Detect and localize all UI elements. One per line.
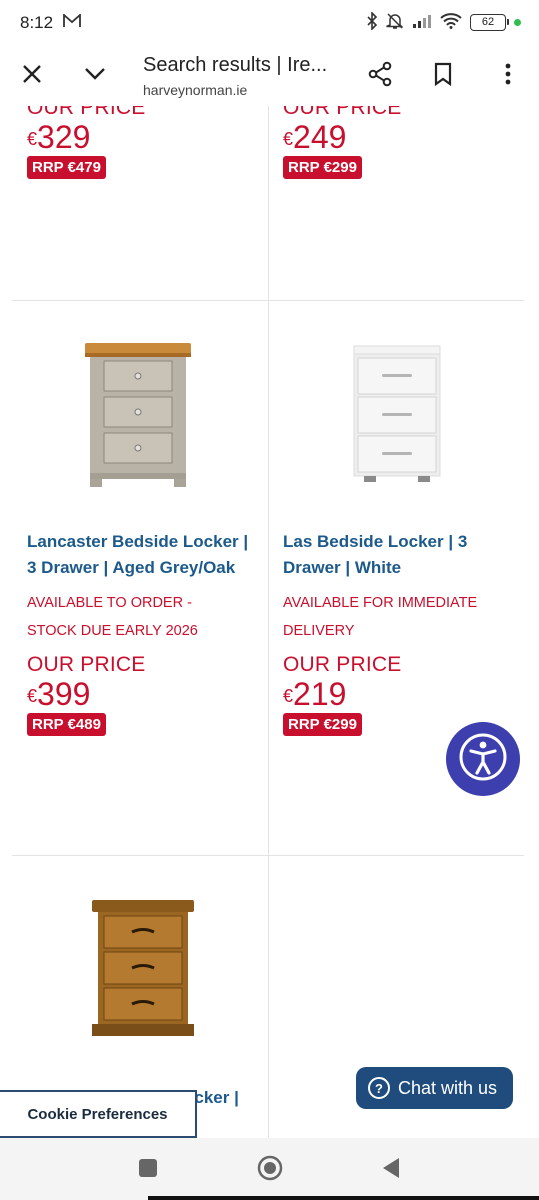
status-bar: 8:12 62 — [0, 0, 539, 46]
rrp-badge: RRP €489 — [27, 713, 106, 736]
wifi-icon — [440, 13, 462, 32]
bookmark-icon — [433, 62, 453, 91]
our-price-label: OUR PRICE — [27, 106, 146, 119]
bookmark-button[interactable] — [421, 54, 465, 98]
accessibility-button[interactable] — [446, 722, 520, 796]
product-name[interactable]: Lancaster Bedside Locker | 3 Drawer | Ag… — [27, 529, 263, 581]
our-price-label: OUR PRICE — [27, 653, 146, 676]
share-icon — [367, 61, 393, 92]
rrp-badge: RRP €479 — [27, 156, 106, 179]
accessibility-icon — [457, 731, 509, 788]
grid-divider — [268, 106, 269, 1138]
page-url[interactable]: harveynorman.ie — [143, 82, 247, 98]
status-time: 8:12 — [20, 13, 54, 32]
close-button[interactable] — [10, 54, 54, 98]
system-nav-bar — [0, 1138, 539, 1200]
page-title[interactable]: Search results | Ire... — [143, 54, 327, 77]
price: €249 — [283, 119, 347, 155]
gmail-icon — [63, 13, 81, 33]
close-icon — [22, 64, 42, 89]
rrp-badge: RRP €299 — [283, 156, 362, 179]
bluetooth-icon — [366, 11, 378, 33]
status-icons: 62 — [366, 11, 521, 33]
product-image[interactable] — [350, 344, 444, 493]
home-button[interactable] — [256, 1154, 284, 1187]
recents-button[interactable] — [134, 1156, 162, 1184]
product-name[interactable]: Las Bedside Locker | 3 Drawer | White — [283, 529, 519, 581]
product-card[interactable]: Las Bedside Locker | 3 Drawer | White AV… — [283, 529, 519, 736]
product-grid: OUR PRICE €329 RRP €479 OUR PRICE €249 R… — [0, 106, 539, 1138]
privacy-dot — [514, 19, 521, 26]
row-divider — [12, 855, 524, 856]
chat-button[interactable]: ? Chat with us — [356, 1067, 513, 1109]
availability-status: AVAILABLE FOR IMMEDIATE DELIVERY — [283, 595, 478, 639]
availability-status: AVAILABLE TO ORDER - STOCK DUE EARLY 202… — [27, 595, 198, 639]
our-price-label: OUR PRICE — [283, 106, 402, 119]
rrp-badge: RRP €299 — [283, 713, 362, 736]
price: €219 — [283, 676, 347, 712]
bell-off-icon — [386, 12, 404, 33]
home-circle-icon — [256, 1154, 284, 1187]
chat-label: Chat with us — [398, 1077, 498, 1098]
browser-toolbar: Search results | Ire... harveynorman.ie — [0, 46, 539, 106]
question-icon: ? — [368, 1077, 390, 1099]
price: €399 — [27, 676, 91, 712]
back-triangle-icon — [381, 1157, 401, 1184]
product-image[interactable] — [90, 898, 196, 1045]
our-price-label: OUR PRICE — [283, 653, 402, 676]
signal-icon — [412, 13, 432, 32]
row-divider — [12, 300, 524, 301]
more-menu-button[interactable] — [486, 54, 530, 98]
square-icon — [138, 1158, 158, 1183]
product-card[interactable]: Lancaster Bedside Locker | 3 Drawer | Ag… — [27, 529, 263, 736]
product-card[interactable]: OUR PRICE €329 RRP €479 — [27, 106, 267, 179]
more-vert-icon — [505, 63, 511, 90]
back-button[interactable] — [377, 1156, 405, 1184]
expand-button[interactable] — [73, 54, 117, 98]
price: €329 — [27, 119, 91, 155]
share-button[interactable] — [358, 54, 402, 98]
product-card[interactable]: OUR PRICE €249 RRP €299 — [283, 106, 523, 179]
gesture-bar — [148, 1196, 539, 1200]
product-image[interactable] — [82, 341, 194, 494]
battery-indicator: 62 — [470, 14, 509, 31]
cookie-preferences-button[interactable]: Cookie Preferences — [0, 1090, 197, 1138]
chevron-down-icon — [84, 67, 106, 86]
